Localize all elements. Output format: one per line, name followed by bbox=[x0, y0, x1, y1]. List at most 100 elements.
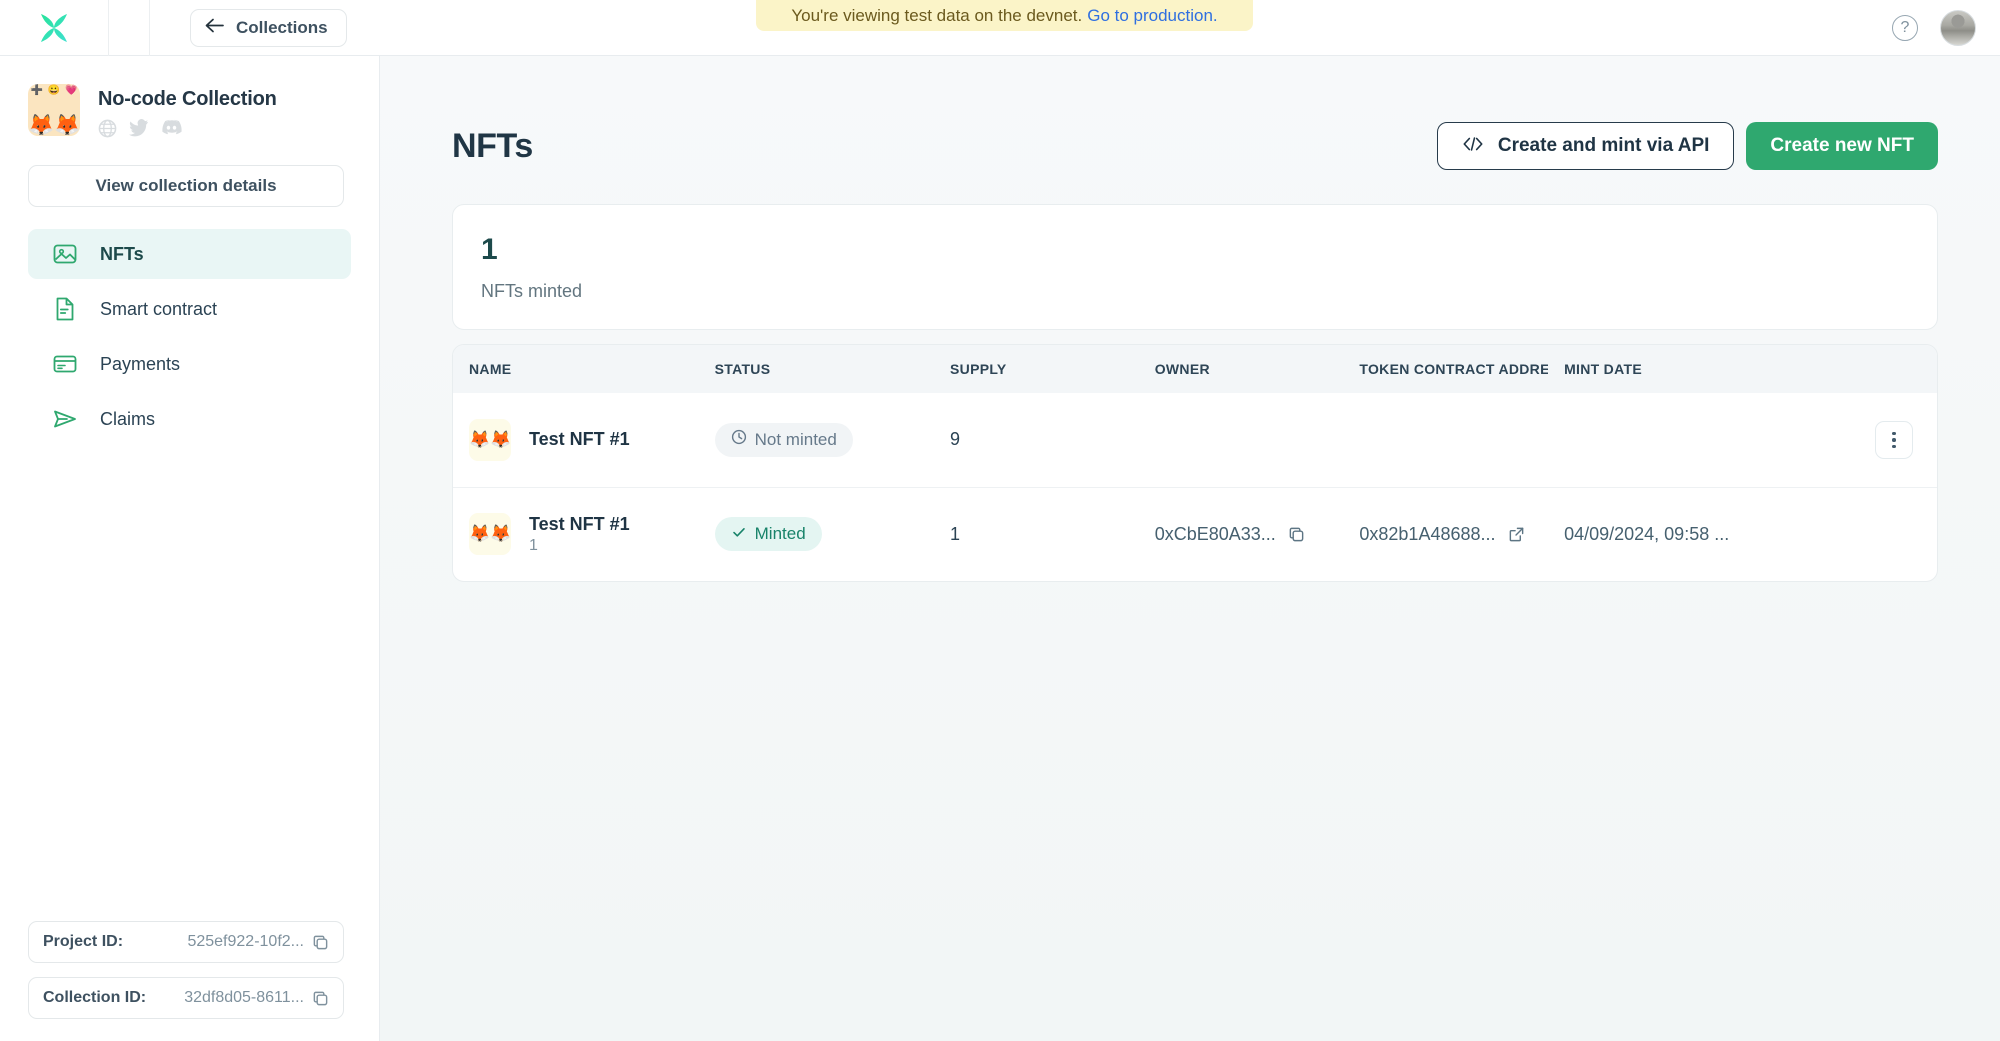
check-icon bbox=[731, 524, 747, 545]
column-header-status: STATUS bbox=[714, 361, 771, 377]
cell-status: Not minted bbox=[699, 393, 934, 487]
sidebar-item-claims[interactable]: Claims bbox=[28, 394, 351, 444]
cell-token-contract-address bbox=[1343, 393, 1548, 487]
cell-owner: 0xCbE80A33... bbox=[1139, 487, 1344, 581]
website-icon[interactable] bbox=[98, 119, 117, 143]
collection-header: ➕ 😀 💗 🦊 🦊 No-code Collection bbox=[0, 56, 379, 143]
nfts-table-card: NAME STATUS SUPPLY OWNER TOKEN CONTRACT … bbox=[452, 344, 1938, 582]
cell-supply: 1 bbox=[950, 523, 961, 544]
external-link-icon[interactable] bbox=[1508, 526, 1525, 543]
table-header-row: NAME STATUS SUPPLY OWNER TOKEN CONTRACT … bbox=[453, 345, 1937, 393]
devnet-banner-text: You're viewing test data on the devnet. bbox=[791, 5, 1083, 25]
devnet-banner: You're viewing test data on the devnet. … bbox=[756, 0, 1253, 31]
sidebar-item-payments[interactable]: Payments bbox=[28, 339, 351, 389]
page-title: NFTs bbox=[452, 126, 533, 165]
view-collection-details-button[interactable]: View collection details bbox=[28, 165, 344, 207]
back-to-collections-label: Collections bbox=[236, 17, 328, 37]
cell-actions bbox=[1835, 393, 1937, 487]
sidebar-item-label: Claims bbox=[100, 408, 156, 429]
sidebar-item-nfts[interactable]: NFTs bbox=[28, 229, 351, 279]
nfts-minted-stat-card: 1 NFTs minted bbox=[452, 204, 1938, 330]
discord-icon[interactable] bbox=[161, 119, 182, 143]
arrow-left-icon bbox=[205, 18, 224, 38]
table-row[interactable]: 🦊 🦊 Test NFT #1 Not minted 9 bbox=[453, 393, 1937, 487]
nft-name: Test NFT #1 bbox=[529, 429, 630, 450]
user-avatar[interactable] bbox=[1940, 9, 1976, 46]
nfts-table: NAME STATUS SUPPLY OWNER TOKEN CONTRACT … bbox=[453, 345, 1937, 581]
topbar-divider-2 bbox=[149, 0, 150, 56]
cell-owner bbox=[1139, 393, 1344, 487]
copy-icon[interactable] bbox=[1288, 526, 1305, 543]
app-logo[interactable] bbox=[0, 0, 108, 56]
status-badge: Not minted bbox=[714, 422, 853, 457]
image-icon bbox=[52, 241, 78, 267]
collection-id-value: 32df8d05-8611... bbox=[184, 989, 304, 1006]
collection-social-links bbox=[98, 119, 277, 143]
status-badge-label: Minted bbox=[754, 524, 806, 544]
copy-icon[interactable] bbox=[312, 934, 329, 951]
create-and-mint-via-api-button[interactable]: Create and mint via API bbox=[1436, 122, 1735, 170]
cell-actions bbox=[1835, 487, 1937, 581]
nft-token-id: 1 bbox=[529, 536, 538, 554]
column-header-mint-date: MINT DATE bbox=[1564, 361, 1642, 377]
project-id-box[interactable]: Project ID: 525ef922-10f2... bbox=[28, 921, 344, 963]
status-badge-label: Not minted bbox=[754, 429, 837, 449]
page-header: NFTs Create and mint via API Create new … bbox=[380, 56, 2000, 170]
x-logo-icon bbox=[41, 13, 67, 42]
token-contract-address: 0x82b1A48688... bbox=[1359, 523, 1496, 544]
sidebar-nav: NFTs Smart contract Payments Claims bbox=[0, 229, 379, 444]
sidebar-item-label: Payments bbox=[100, 353, 181, 374]
cell-status: Minted bbox=[699, 487, 934, 581]
help-icon[interactable]: ? bbox=[1892, 14, 1918, 41]
topbar-actions: ? bbox=[1892, 9, 2000, 46]
project-id-label: Project ID: bbox=[43, 933, 124, 950]
collection-name: No-code Collection bbox=[98, 88, 277, 110]
row-menu-button[interactable] bbox=[1875, 420, 1913, 459]
copy-icon[interactable] bbox=[312, 990, 329, 1007]
table-head: NAME STATUS SUPPLY OWNER TOKEN CONTRACT … bbox=[453, 345, 1937, 393]
collection-avatar: ➕ 😀 💗 🦊 🦊 bbox=[28, 84, 80, 136]
cell-mint-date bbox=[1548, 393, 1835, 487]
collection-avatar-badges: ➕ 😀 💗 bbox=[30, 85, 78, 96]
document-icon bbox=[52, 296, 78, 322]
go-to-production-link[interactable]: Go to production. bbox=[1087, 6, 1217, 26]
main-content: NFTs Create and mint via API Create new … bbox=[380, 56, 2000, 1041]
nft-thumbnail-art: 🦊 🦊 bbox=[469, 429, 511, 449]
clock-icon bbox=[731, 429, 747, 450]
twitter-icon[interactable] bbox=[129, 119, 149, 143]
sidebar-item-smart-contract[interactable]: Smart contract bbox=[28, 284, 351, 334]
column-header-actions bbox=[1835, 345, 1937, 393]
collection-id-label: Collection ID: bbox=[43, 989, 147, 1006]
sidebar: ➕ 😀 💗 🦊 🦊 No-code Collection View collectio… bbox=[0, 56, 380, 1041]
table-row[interactable]: 🦊 🦊 Test NFT #1 1 Minted 1 0xCbE80A33...… bbox=[453, 487, 1937, 581]
collection-id-box[interactable]: Collection ID: 32df8d05-8611... bbox=[28, 977, 344, 1019]
nfts-minted-value: 1 bbox=[481, 233, 498, 266]
nft-name: Test NFT #1 bbox=[529, 513, 630, 534]
status-badge: Minted bbox=[714, 517, 822, 552]
column-header-supply: SUPPLY bbox=[950, 361, 1007, 377]
sidebar-item-label: Smart contract bbox=[100, 298, 218, 319]
help-glyph: ? bbox=[1900, 18, 1910, 36]
column-header-name: NAME bbox=[469, 361, 512, 377]
credit-card-icon bbox=[52, 351, 78, 377]
nfts-minted-label: NFTs minted bbox=[481, 281, 583, 301]
create-and-mint-via-api-label: Create and mint via API bbox=[1497, 135, 1710, 156]
code-icon bbox=[1462, 136, 1484, 157]
nft-thumbnail-art: 🦊 🦊 bbox=[469, 524, 511, 544]
column-header-token-contract-address: TOKEN CONTRACT ADDRESS bbox=[1359, 361, 1549, 377]
nft-thumbnail: 🦊 🦊 bbox=[469, 513, 511, 556]
create-new-nft-button[interactable]: Create new NFT bbox=[1746, 122, 1938, 170]
cell-name: 🦊 🦊 Test NFT #1 bbox=[453, 393, 699, 487]
back-to-collections-button[interactable]: Collections bbox=[190, 8, 347, 47]
column-header-owner: OWNER bbox=[1154, 361, 1210, 377]
cell-name: 🦊 🦊 Test NFT #1 1 bbox=[453, 487, 699, 581]
owner-address: 0xCbE80A33... bbox=[1154, 523, 1276, 544]
mint-date-value: 04/09/2024, 09:58 ... bbox=[1564, 523, 1730, 544]
sidebar-item-label: NFTs bbox=[100, 243, 144, 264]
topbar-divider-1 bbox=[108, 0, 109, 56]
cell-token-contract-address: 0x82b1A48688... bbox=[1343, 487, 1548, 581]
send-icon bbox=[52, 406, 78, 432]
project-id-value: 525ef922-10f2... bbox=[187, 933, 304, 950]
cell-mint-date: 04/09/2024, 09:58 ... bbox=[1548, 487, 1835, 581]
table-body: 🦊 🦊 Test NFT #1 Not minted 9 🦊 🦊 Test NF… bbox=[453, 393, 1937, 581]
